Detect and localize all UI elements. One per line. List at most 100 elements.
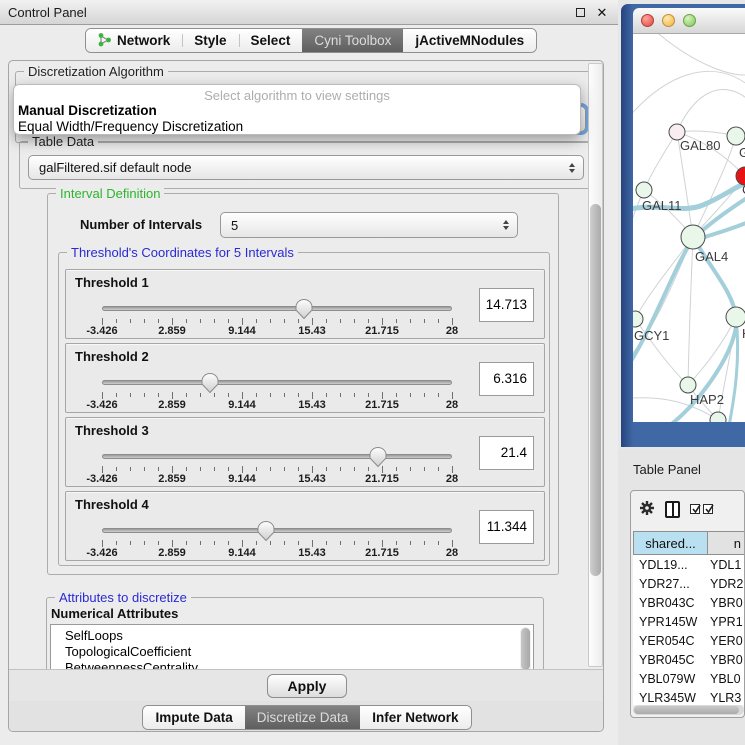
- gear-icon[interactable]: [639, 500, 655, 519]
- table-row[interactable]: YDL19...YDL1: [633, 555, 745, 574]
- slider-tick: [368, 319, 369, 323]
- popup-option-manual-discretization[interactable]: Manual Discretization: [14, 103, 580, 119]
- slider-tick: [354, 467, 355, 471]
- scrollbar-thumb[interactable]: [634, 706, 739, 714]
- threshold-slider-track[interactable]: [102, 454, 452, 459]
- network-view-window[interactable]: GAL80GCGAL11GAL4GCY1HHAP2: [621, 4, 745, 447]
- slider-tick: [214, 541, 215, 545]
- threshold-slider-track[interactable]: [102, 306, 452, 311]
- slider-tick-label: 2.859: [158, 473, 186, 485]
- cell-name[interactable]: YDR2: [707, 577, 745, 591]
- slider-tick-label: 28: [446, 325, 458, 337]
- cell-name[interactable]: YDL1: [707, 558, 745, 572]
- cyni-toolbox-panel: Discretization Algorithm Select algorith…: [8, 60, 604, 732]
- table-row[interactable]: YBR045CYBR0: [633, 650, 745, 669]
- network-node[interactable]: [636, 182, 652, 198]
- network-node[interactable]: [726, 307, 745, 327]
- slider-tick: [326, 541, 327, 545]
- attribute-list-item[interactable]: BetweennessCentrality: [65, 660, 533, 669]
- float-window-button[interactable]: [572, 4, 588, 20]
- tab-network[interactable]: Network: [86, 29, 182, 52]
- interval-definition-group: Interval Definition Number of Intervals …: [47, 193, 559, 575]
- minimize-traffic-light-icon[interactable]: [662, 14, 675, 27]
- cell-name[interactable]: YBR0: [707, 653, 745, 667]
- cell-name[interactable]: YER0: [707, 634, 745, 648]
- threshold-slider-thumb[interactable]: [295, 299, 313, 320]
- checked-box-icon[interactable]: [703, 504, 713, 514]
- slider-tick: [396, 541, 397, 545]
- apply-button[interactable]: Apply: [267, 674, 348, 698]
- slider-tick: [186, 541, 187, 545]
- slider-tick-label: 15.43: [298, 547, 326, 559]
- network-node-label: HAP2: [690, 392, 724, 407]
- network-node[interactable]: [681, 225, 705, 249]
- cell-name[interactable]: YLR3: [707, 691, 745, 705]
- number-of-intervals-combobox[interactable]: 5: [220, 212, 518, 238]
- threshold-label: Threshold 1: [75, 275, 149, 290]
- network-node[interactable]: [727, 127, 745, 145]
- tab-discretize-data[interactable]: Discretize Data: [245, 706, 361, 729]
- node-table: shared... n YDL19...YDL1YDR27...YDR2YBR0…: [630, 490, 745, 718]
- table-data-combobox[interactable]: galFiltered.sif default node: [28, 155, 584, 180]
- cell-shared-name[interactable]: YDR27...: [633, 577, 707, 591]
- table-row[interactable]: YBR043CYBR0: [633, 593, 745, 612]
- threshold-slider-thumb[interactable]: [369, 447, 387, 468]
- tab-cyni-toolbox[interactable]: Cyni Toolbox: [302, 29, 403, 52]
- panel-vertical-scrollbar[interactable]: [588, 63, 603, 667]
- tab-select[interactable]: Select: [239, 29, 303, 52]
- column-header-name[interactable]: n: [708, 531, 745, 555]
- cell-shared-name[interactable]: YBL079W: [633, 672, 707, 686]
- threshold-value-input[interactable]: 6.316: [479, 362, 534, 396]
- tab-style[interactable]: Style: [182, 29, 238, 52]
- cell-shared-name[interactable]: YPR145W: [633, 615, 707, 629]
- numerical-attributes-list[interactable]: SelfLoopsTopologicalCoefficientBetweenne…: [50, 624, 534, 669]
- cell-shared-name[interactable]: YER054C: [633, 634, 707, 648]
- table-row[interactable]: YPR145WYPR1: [633, 612, 745, 631]
- table-row[interactable]: YBL079WYBL0: [633, 669, 745, 688]
- split-columns-icon[interactable]: [665, 501, 680, 518]
- threshold-slider-thumb[interactable]: [257, 521, 275, 542]
- column-header-shared-name[interactable]: shared...: [633, 531, 708, 555]
- scrollbar-thumb[interactable]: [590, 204, 601, 576]
- discretize-scroll-area: Discretization Algorithm Select algorith…: [9, 61, 604, 669]
- threshold-value-input[interactable]: 14.713: [479, 288, 534, 322]
- slider-tick-label: 2.859: [158, 399, 186, 411]
- cell-shared-name[interactable]: YBR045C: [633, 653, 707, 667]
- close-traffic-light-icon[interactable]: [641, 14, 654, 27]
- threshold-slider-track[interactable]: [102, 380, 452, 385]
- cell-shared-name[interactable]: YLR345W: [633, 691, 707, 705]
- table-row[interactable]: YDR27...YDR2: [633, 574, 745, 593]
- cell-name[interactable]: YPR1: [707, 615, 745, 629]
- checked-box-icon[interactable]: [690, 504, 700, 514]
- threshold-slider-thumb[interactable]: [201, 373, 219, 394]
- cell-shared-name[interactable]: YBR043C: [633, 596, 707, 610]
- scrollbar-thumb[interactable]: [521, 628, 530, 669]
- slider-tick-label: -3.426: [86, 547, 117, 559]
- slider-tick-label: -3.426: [86, 325, 117, 337]
- cell-shared-name[interactable]: YDL19...: [633, 558, 707, 572]
- threshold-slider-track[interactable]: [102, 528, 452, 533]
- cell-name[interactable]: YBR0: [707, 596, 745, 610]
- network-canvas[interactable]: GAL80GCGAL11GAL4GCY1HHAP2: [633, 34, 745, 422]
- table-horizontal-scrollbar[interactable]: [633, 705, 744, 715]
- attribute-list-item[interactable]: TopologicalCoefficient: [65, 644, 533, 660]
- tab-jactivemnodules[interactable]: jActiveMNodules: [403, 29, 536, 52]
- slider-tick: [382, 318, 383, 325]
- slider-tick: [102, 392, 103, 399]
- slider-tick-label: 21.715: [365, 399, 399, 411]
- table-row[interactable]: YLR345WYLR3: [633, 688, 745, 705]
- zoom-traffic-light-icon[interactable]: [683, 14, 696, 27]
- attribute-list-item[interactable]: SelfLoops: [65, 628, 533, 644]
- attributes-scrollbar[interactable]: [520, 627, 531, 669]
- slider-tick: [144, 467, 145, 471]
- tab-infer-network[interactable]: Infer Network: [360, 706, 470, 729]
- cell-name[interactable]: YBL0: [707, 672, 745, 686]
- threshold-value-input[interactable]: 21.4: [479, 436, 534, 470]
- network-node[interactable]: [680, 377, 696, 393]
- network-node[interactable]: [633, 311, 643, 327]
- threshold-value-input[interactable]: 11.344: [479, 510, 534, 544]
- table-row[interactable]: YER054CYER0: [633, 631, 745, 650]
- popup-option-equal-width-frequency[interactable]: Equal Width/Frequency Discretization: [14, 119, 580, 135]
- tab-impute-data[interactable]: Impute Data: [143, 706, 244, 729]
- close-panel-button[interactable]: ✕: [594, 4, 610, 20]
